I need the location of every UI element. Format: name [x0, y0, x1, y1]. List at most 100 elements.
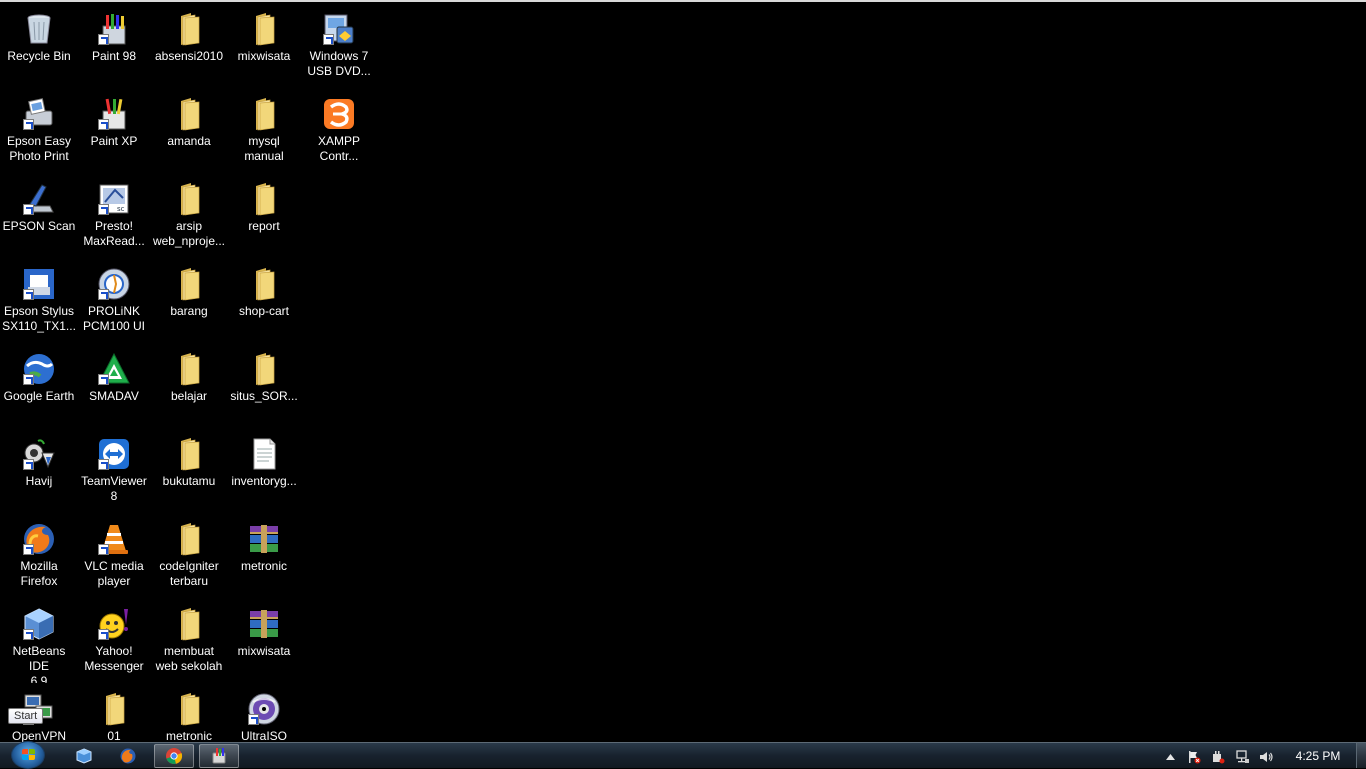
desktop-icon-membuat-web-sekolah[interactable]: membuat web sekolah	[152, 601, 226, 683]
folder-icon	[172, 352, 206, 386]
netbeans-icon	[22, 607, 56, 641]
desktop-icon-label: absensi2010	[154, 49, 224, 63]
desktop-icon-yahoo-messenger[interactable]: Yahoo! Messenger	[77, 601, 151, 683]
desktop-icon-belajar[interactable]: belajar	[152, 346, 226, 428]
epson-scan-icon	[22, 182, 56, 216]
desktop-icon-label: Presto! MaxRead...	[83, 219, 145, 248]
desktop-icon-mixwisata[interactable]: mixwisata	[227, 6, 301, 88]
teamviewer-icon	[97, 437, 131, 471]
desktop-icon-shop-cart[interactable]: shop-cart	[227, 261, 301, 343]
folder-icon	[172, 12, 206, 46]
shortcut-arrow-icon	[23, 204, 34, 215]
desktop-icon-label: shop-cart	[238, 304, 290, 318]
paint-taskbar-button[interactable]	[199, 744, 239, 768]
folder-icon	[172, 182, 206, 216]
desktop-icon-amanda[interactable]: amanda	[152, 91, 226, 173]
desktop-icon-google-earth[interactable]: Google Earth	[2, 346, 76, 428]
action-center-flag-icon[interactable]	[1187, 750, 1201, 764]
desktop-icon-mixwisata[interactable]: mixwisata	[227, 601, 301, 683]
desktop-icon-windows-7-usb-dvd[interactable]: Windows 7 USB DVD...	[302, 6, 376, 88]
folder-icon	[97, 692, 131, 726]
firefox-icon	[120, 748, 136, 764]
desktop-icon-label: VLC media player	[84, 559, 144, 588]
desktop-icon-epson-easy-photo-print[interactable]: Epson Easy Photo Print	[2, 91, 76, 173]
shortcut-arrow-icon	[98, 119, 109, 130]
shortcut-arrow-icon	[23, 544, 34, 555]
folder-icon	[172, 437, 206, 471]
desktop-icon-mozilla-firefox[interactable]: Mozilla Firefox	[2, 516, 76, 598]
desktop-icon-situs-sor[interactable]: situs_SOR...	[227, 346, 301, 428]
start-button[interactable]	[11, 741, 45, 769]
yahoo-messenger-icon	[97, 607, 131, 641]
desktop-icon-havij[interactable]: Havij	[2, 431, 76, 513]
desktop-icon-paint-98[interactable]: Paint 98	[77, 6, 151, 88]
desktop-icon-netbeans-ide-6-9[interactable]: NetBeans IDE 6.9	[2, 601, 76, 683]
shortcut-arrow-icon	[248, 714, 259, 725]
desktop-icon-absensi2010[interactable]: absensi2010	[152, 6, 226, 88]
desktop-icon-label: report	[248, 219, 280, 233]
shortcut-arrow-icon	[23, 629, 34, 640]
show-hidden-icons-arrow-icon[interactable]	[1163, 750, 1177, 764]
desktop-icon-label: Paint 98	[91, 49, 137, 63]
volume-icon[interactable]	[1259, 750, 1273, 764]
shortcut-arrow-icon	[98, 204, 109, 215]
desktop-icon-label: mixwisata	[237, 644, 291, 658]
desktop-icon-paint-xp[interactable]: Paint XP	[77, 91, 151, 173]
desktop-icon-bukutamu[interactable]: bukutamu	[152, 431, 226, 513]
xampp-icon	[322, 97, 356, 131]
desktop-icon-label: Epson Stylus SX110_TX1...	[2, 304, 76, 333]
desktop-icon-xampp-contr[interactable]: XAMPP Contr...	[302, 91, 376, 173]
chrome-taskbar-button[interactable]	[154, 744, 194, 768]
shortcut-arrow-icon	[98, 34, 109, 45]
desktop-icon-arsip-web-nproje[interactable]: arsip web_nproje...	[152, 176, 226, 258]
desktop-icon-inventoryg[interactable]: inventoryg...	[227, 431, 301, 513]
desktop-icon-teamviewer-8[interactable]: TeamViewer 8	[77, 431, 151, 513]
folder-icon	[247, 97, 281, 131]
vlc-icon	[97, 522, 131, 556]
folder-icon	[172, 267, 206, 301]
desktop-icon-presto-maxread[interactable]: sc Presto! MaxRead...	[77, 176, 151, 258]
show-desktop-button[interactable]	[1356, 743, 1366, 768]
power-icon[interactable]	[1211, 750, 1225, 764]
desktop-icon-label: mysql manual	[244, 134, 284, 163]
desktop-icon-label: barang	[170, 304, 208, 318]
paint-98-icon	[97, 12, 131, 46]
desktop-icon-label: Paint XP	[90, 134, 138, 148]
desktop-icon-label: XAMPP Contr...	[317, 134, 360, 163]
desktop-icon-label: SMADAV	[89, 389, 139, 403]
desktop-icon-recycle-bin[interactable]: Recycle Bin	[2, 6, 76, 88]
smadav-icon	[97, 352, 131, 386]
folder-icon	[247, 182, 281, 216]
windows-usb-dvd-tool-icon	[322, 12, 356, 46]
shortcut-arrow-icon	[23, 289, 34, 300]
paint-icon	[212, 748, 226, 764]
cube-icon	[76, 748, 92, 764]
prolink-icon	[97, 267, 131, 301]
desktop-icon-label: Mozilla Firefox	[20, 559, 58, 588]
start-tooltip: Start	[8, 708, 44, 724]
desktop-icon-prolink-pcm100-ui[interactable]: PROLiNK PCM100 UI	[77, 261, 151, 343]
desktop-icon-epson-scan[interactable]: EPSON Scan	[2, 176, 76, 258]
google-earth-icon	[22, 352, 56, 386]
desktop-icon-vlc-media-player[interactable]: VLC media player	[77, 516, 151, 598]
desktop-icon-mysql-manual[interactable]: mysql manual	[227, 91, 301, 173]
desktop-icon-label: bukutamu	[162, 474, 216, 488]
network-icon[interactable]	[1236, 750, 1250, 764]
desktop-icon-epson-stylus-sx110-tx1[interactable]: Epson Stylus SX110_TX1...	[2, 261, 76, 343]
folder-icon	[247, 267, 281, 301]
firefox-taskbar-button[interactable]	[108, 744, 148, 768]
folder-icon	[247, 352, 281, 386]
desktop-icon-label: codeIgniter terbaru	[159, 559, 219, 588]
desktop-icon-metronic[interactable]: metronic	[227, 516, 301, 598]
desktop[interactable]: Recycle Bin Epson Easy Photo Print EPSON S…	[0, 2, 1366, 743]
shortcut-arrow-icon	[98, 289, 109, 300]
shortcut-arrow-icon	[323, 34, 334, 45]
system-clock[interactable]: 4:25 PM	[1282, 749, 1354, 763]
desktop-icon-codeigniter-terbaru[interactable]: codeIgniter terbaru	[152, 516, 226, 598]
desktop-icon-smadav[interactable]: SMADAV	[77, 346, 151, 428]
explorer-taskbar-button[interactable]	[64, 744, 104, 768]
recycle-bin-icon	[22, 12, 56, 46]
desktop-icon-barang[interactable]: barang	[152, 261, 226, 343]
desktop-icon-label: Windows 7 USB DVD...	[307, 49, 371, 78]
desktop-icon-report[interactable]: report	[227, 176, 301, 258]
